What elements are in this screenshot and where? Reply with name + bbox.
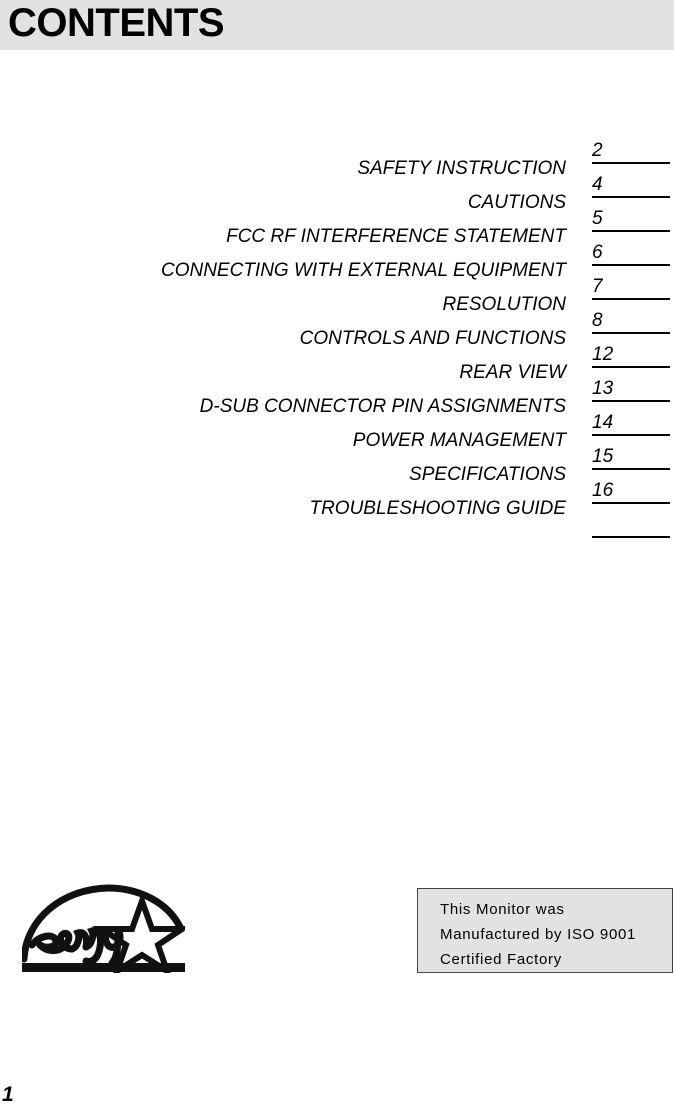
toc-entry-label: TROUBLESHOOTING GUIDE — [309, 498, 566, 519]
toc-entry-page-cell — [566, 514, 674, 548]
page-header-bar: CONTENTS — [0, 0, 674, 50]
toc-entry[interactable]: SAFETY INSTRUCTION 2 — [0, 140, 674, 179]
toc-entry-page-number: 8 — [592, 310, 603, 331]
toc-entry-page-cell: 2 — [566, 140, 674, 174]
toc-entry-label: REAR VIEW — [459, 362, 566, 383]
toc-entry-label: CAUTIONS — [467, 192, 566, 213]
toc-entry-page-number: 5 — [592, 208, 603, 229]
toc-entry-page-number: 4 — [592, 174, 603, 195]
toc-entry-label: SPECIFICATIONS — [409, 464, 566, 485]
page-title: CONTENTS — [8, 1, 225, 45]
toc-entry-page-cell: 6 — [566, 242, 674, 276]
energy-star-logo — [22, 883, 185, 973]
toc-entry-label: RESOLUTION — [442, 294, 566, 315]
toc-entry-page-number: 12 — [592, 344, 614, 365]
toc-entry-page-cell: 5 — [566, 208, 674, 242]
toc-entry-label: CONTROLS AND FUNCTIONS — [299, 328, 566, 349]
toc-entry-rule — [592, 502, 670, 504]
toc-entry-label: SAFETY INSTRUCTION — [357, 158, 566, 179]
toc-entry-rule — [592, 536, 670, 538]
toc-entry-page-number: 7 — [592, 276, 603, 297]
toc-entry-page-number: 14 — [592, 412, 614, 433]
toc-entry-page-cell: 12 — [566, 344, 674, 378]
table-of-contents: SAFETY INSTRUCTION 2 CAUTIONS 4 FCC RF INTER… — [0, 140, 674, 548]
toc-entry-page-cell: 15 — [566, 446, 674, 480]
iso-certification-notice: This Monitor was Manufactured by ISO 900… — [417, 888, 673, 973]
toc-entry-rule — [592, 468, 670, 470]
toc-entry-rule — [592, 298, 670, 300]
iso-notice-line-1: This Monitor was — [440, 901, 565, 918]
toc-entry-page-number: 6 — [592, 242, 603, 263]
toc-entry-rule — [592, 434, 670, 436]
footer-page-number: 1 — [2, 1083, 14, 1106]
toc-entry-label: CONNECTING WITH EXTERNAL EQUIPMENT — [160, 260, 566, 281]
toc-entry-page-cell: 4 — [566, 174, 674, 208]
toc-entry-label: POWER MANAGEMENT — [352, 430, 566, 451]
toc-entry-page-number: 2 — [592, 140, 603, 161]
toc-entry-page-cell: 16 — [566, 480, 674, 514]
toc-entry-rule — [592, 162, 670, 164]
toc-entry-label: D-SUB CONNECTOR PIN ASSIGNMENTS — [199, 396, 566, 417]
iso-notice-line-2: Manufactured by ISO 9001 — [440, 926, 637, 943]
toc-entry-page-cell: 8 — [566, 310, 674, 344]
toc-entry-rule — [592, 366, 670, 368]
toc-entry-page-cell: 14 — [566, 412, 674, 446]
toc-entry-page-number: 16 — [592, 480, 614, 501]
toc-entry-page-number: 15 — [592, 446, 614, 467]
toc-entry-rule — [592, 400, 670, 402]
toc-entry-page-cell: 13 — [566, 378, 674, 412]
toc-entry-rule — [592, 196, 670, 198]
toc-entry-rule — [592, 264, 670, 266]
toc-entry-page-number: 13 — [592, 378, 614, 399]
iso-notice-line-3: Certified Factory — [440, 951, 562, 968]
energy-star-underline — [22, 963, 185, 972]
toc-entry-page-cell: 7 — [566, 276, 674, 310]
toc-entry-rule — [592, 230, 670, 232]
toc-entry-rule — [592, 332, 670, 334]
toc-entry-label: FCC RF INTERFERENCE STATEMENT — [226, 226, 566, 247]
